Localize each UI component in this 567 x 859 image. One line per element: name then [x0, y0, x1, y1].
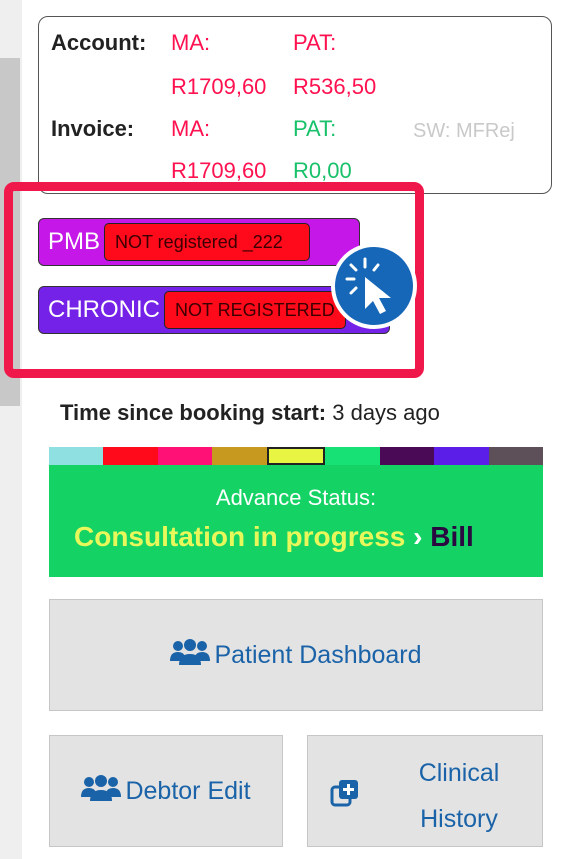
chevron-right-icon: ›	[413, 521, 423, 552]
pmb-label: PMB	[48, 228, 101, 255]
progress-segment	[379, 447, 435, 465]
clinical-history-line1: Clinical	[418, 759, 500, 787]
clinical-history-button[interactable]: Clinical History	[307, 735, 543, 847]
pointer-click-icon	[331, 243, 417, 329]
chronic-label: CHRONIC	[48, 296, 160, 323]
progress-segment	[157, 447, 213, 465]
advance-status-button[interactable]: Advance Status: Consultation in progress…	[49, 465, 543, 577]
invoice-ma-label: MA:	[171, 116, 211, 141]
progress-segment	[266, 447, 326, 465]
advance-status-line: Consultation in progress › Bill	[74, 521, 474, 553]
advance-status-title: Advance Status:	[215, 485, 377, 510]
status-progress-bar	[49, 447, 543, 465]
copy-plus-icon	[330, 778, 360, 815]
account-ma-value: R1709,60	[171, 74, 267, 99]
account-pat-label: PAT:	[293, 30, 337, 55]
booking-time-row: Time since booking start: 3 days ago	[60, 400, 440, 426]
booking-time-value: 3 days ago	[332, 400, 440, 425]
pmb-status-badge: NOT registered _222	[104, 223, 311, 261]
debtor-edit-button[interactable]: Debtor Edit	[49, 735, 283, 847]
next-status: Bill	[430, 521, 474, 552]
debtor-edit-label: Debtor Edit	[125, 776, 251, 805]
invoice-pat-value: R0,00	[293, 158, 352, 183]
patient-dashboard-button[interactable]: Patient Dashboard	[49, 599, 543, 711]
booking-time-label: Time since booking start:	[60, 400, 327, 425]
users-icon	[170, 637, 211, 674]
account-pat-value: R536,50	[293, 74, 377, 99]
users-icon	[81, 773, 122, 810]
current-status: Consultation in progress	[74, 521, 406, 552]
clinical-history-label: Clinical History	[394, 750, 524, 842]
pmb-registration-button[interactable]: PMB NOT registered _222	[38, 218, 360, 266]
invoice-pat-label: PAT:	[293, 116, 337, 141]
invoice-ma-value: R1709,60	[171, 158, 267, 183]
left-scrollbar[interactable]	[0, 0, 22, 859]
account-summary-card: Account: MA: R1709,60 PAT: R536,50 Invoi…	[38, 16, 552, 194]
invoice-label: Invoice:	[51, 116, 135, 141]
progress-segment	[49, 447, 104, 465]
progress-segment	[325, 447, 380, 465]
progress-segment	[212, 447, 267, 465]
clinical-history-line2: History	[420, 805, 498, 833]
patient-dashboard-label: Patient Dashboard	[214, 640, 422, 669]
account-ma-label: MA:	[171, 30, 211, 55]
switch-status: SW: MFRej	[413, 120, 515, 142]
account-label: Account:	[51, 30, 147, 55]
progress-segment	[488, 447, 543, 465]
chronic-status-badge: NOT REGISTERED	[164, 291, 346, 329]
progress-segment	[103, 447, 158, 465]
progress-segment	[434, 447, 489, 465]
